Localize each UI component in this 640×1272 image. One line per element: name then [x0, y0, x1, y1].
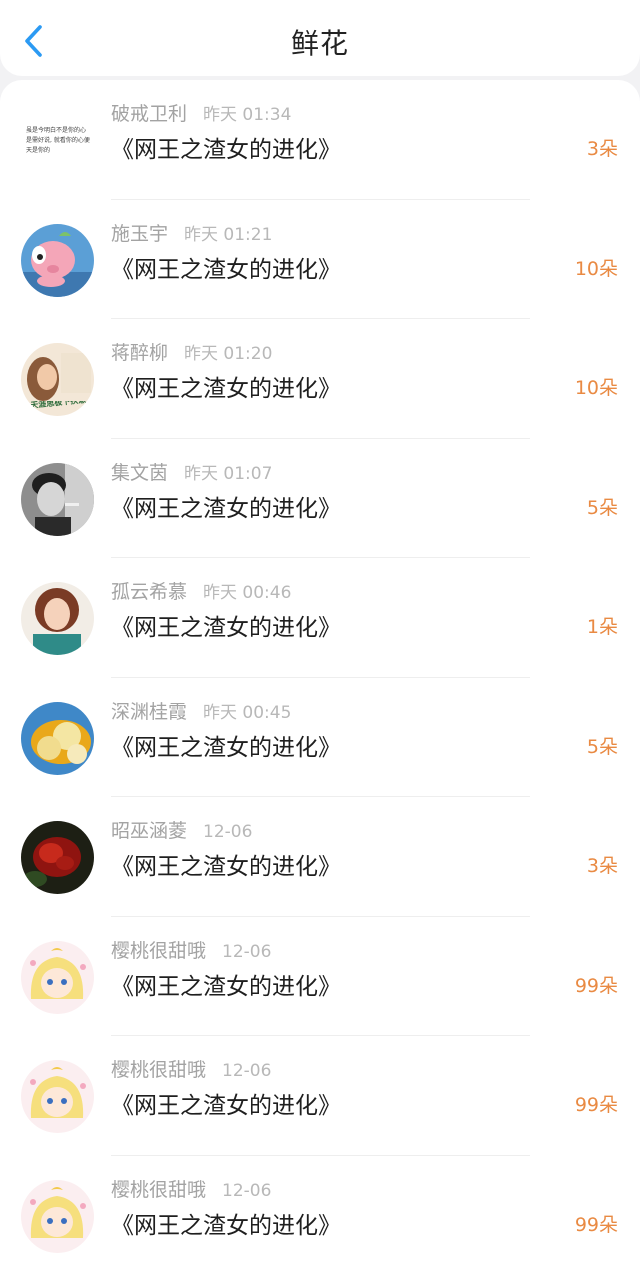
- avatar-caption: 天涯思极下扶意: [31, 401, 87, 411]
- book-title[interactable]: 《网王之渣女的进化》: [111, 728, 341, 762]
- flower-count: 5朵: [586, 496, 618, 519]
- record-time: 12-06: [222, 941, 272, 962]
- avatar[interactable]: [21, 701, 94, 775]
- record-time: 12-06: [222, 1061, 272, 1081]
- record-time: 12-06: [222, 1180, 272, 1201]
- fruit-avatar: [21, 701, 94, 775]
- record-meta: 深渊桂霞 昨天 00:45: [111, 697, 291, 724]
- pink-pig-avatar: [21, 223, 94, 297]
- flower-count: 10朵: [574, 377, 618, 399]
- record-meta: 孤云希慕 昨天 00:46: [111, 577, 291, 604]
- list-item[interactable]: 深渊桂霞 昨天 00:45 《网王之渣女的进化》 5朵: [0, 678, 640, 797]
- record-meta: 樱桃很甜哦 12-06: [111, 1175, 271, 1202]
- avatar[interactable]: [21, 582, 94, 655]
- record-time: 昨天 01:20: [184, 344, 273, 364]
- user-name[interactable]: 昭巫涵菱: [111, 820, 187, 842]
- man-bw-portrait-avatar: [21, 462, 94, 536]
- avatar[interactable]: 天涯思极下扶意: [21, 343, 94, 416]
- flower-count: 99朵: [574, 1213, 618, 1236]
- list-item[interactable]: 昭巫涵菱 12-06 《网王之渣女的进化》 3朵: [0, 797, 640, 917]
- sailor-moon-avatar: [21, 940, 94, 1014]
- avatar-caption: 虽是今明白不是你的心是需好说, 就看你的心便天是你的: [26, 127, 90, 154]
- record-meta: 樱桃很甜哦 12-06: [111, 936, 271, 963]
- book-title[interactable]: 《网王之渣女的进化》: [111, 608, 341, 642]
- book-title[interactable]: 《网王之渣女的进化》: [111, 369, 341, 403]
- flower-record-list: 虽是今明白不是你的心是需好说, 就看你的心便天是你的 破戒卫利 昨天 01:34 …: [0, 80, 640, 1272]
- page-title: 鲜花: [290, 27, 349, 60]
- book-title[interactable]: 《网王之渣女的进化》: [111, 1206, 341, 1240]
- sailor-moon-avatar: [21, 1060, 94, 1133]
- list-item[interactable]: 天涯思极下扶意 蒋醉柳 昨天 01:20 《网王之渣女的进化》 10朵: [0, 319, 640, 439]
- book-title[interactable]: 《网王之渣女的进化》: [111, 250, 341, 284]
- flower-count: 99朵: [574, 974, 618, 997]
- list-item[interactable]: 樱桃很甜哦 12-06 《网王之渣女的进化》 99朵: [0, 1156, 640, 1272]
- record-time: 昨天 00:45: [203, 702, 292, 723]
- book-title[interactable]: 《网王之渣女的进化》: [111, 1086, 341, 1120]
- book-title[interactable]: 《网王之渣女的进化》: [111, 967, 341, 1001]
- record-meta: 施玉宇 昨天 01:21: [111, 219, 272, 246]
- list-item[interactable]: 集文茵 昨天 01:07 《网王之渣女的进化》 5朵: [0, 439, 640, 558]
- avatar[interactable]: [21, 462, 94, 536]
- record-meta: 樱桃很甜哦 12-06: [111, 1055, 271, 1082]
- book-title[interactable]: 《网王之渣女的进化》: [111, 847, 341, 881]
- user-name[interactable]: 樱桃很甜哦: [111, 940, 206, 962]
- flower-count: 5朵: [586, 735, 618, 758]
- avatar[interactable]: [21, 940, 94, 1014]
- flower-count: 1朵: [586, 616, 618, 638]
- list-item[interactable]: 樱桃很甜哦 12-06 《网王之渣女的进化》 99朵: [0, 1036, 640, 1156]
- flower-count: 99朵: [574, 1094, 618, 1116]
- user-name[interactable]: 破戒卫利: [111, 103, 187, 125]
- user-name[interactable]: 樱桃很甜哦: [111, 1179, 206, 1201]
- list-item[interactable]: 孤云希慕 昨天 00:46 《网王之渣女的进化》 1朵: [0, 558, 640, 678]
- flower-count: 3朵: [586, 855, 618, 877]
- avatar[interactable]: [21, 821, 94, 894]
- record-time: 昨天 00:46: [203, 583, 292, 603]
- record-time: 昨天 01:21: [184, 224, 273, 245]
- record-meta: 集文茵 昨天 01:07: [111, 458, 272, 485]
- user-name[interactable]: 樱桃很甜哦: [111, 1059, 206, 1081]
- list-item[interactable]: 虽是今明白不是你的心是需好说, 就看你的心便天是你的 破戒卫利 昨天 01:34 …: [0, 80, 640, 200]
- avatar[interactable]: [21, 1060, 94, 1133]
- avatar[interactable]: [21, 1179, 94, 1253]
- user-name[interactable]: 深渊桂霞: [111, 701, 187, 723]
- record-meta: 蒋醉柳 昨天 01:20: [111, 338, 272, 365]
- user-name[interactable]: 孤云希慕: [111, 581, 187, 603]
- user-name[interactable]: 集文茵: [111, 462, 168, 484]
- book-title[interactable]: 《网王之渣女的进化》: [111, 130, 341, 164]
- book-title[interactable]: 《网王之渣女的进化》: [111, 489, 341, 523]
- sailor-moon-avatar: [21, 1179, 94, 1253]
- girl-portrait-avatar: 天涯思极下扶意: [21, 343, 94, 416]
- user-name[interactable]: 蒋醉柳: [111, 342, 168, 364]
- woman-portrait-avatar: [21, 582, 94, 655]
- record-time: 12-06: [203, 822, 253, 842]
- record-time: 昨天 01:34: [203, 105, 292, 125]
- avatar[interactable]: [21, 223, 94, 297]
- list-item[interactable]: 施玉宇 昨天 01:21 《网王之渣女的进化》 10朵: [0, 200, 640, 319]
- user-name[interactable]: 施玉宇: [111, 223, 168, 245]
- record-meta: 破戒卫利 昨天 01:34: [111, 99, 291, 126]
- list-item[interactable]: 樱桃很甜哦 12-06 《网王之渣女的进化》 99朵: [0, 917, 640, 1036]
- text-note-avatar: 虽是今明白不是你的心是需好说, 就看你的心便天是你的: [21, 104, 94, 177]
- flower-count: 3朵: [586, 138, 618, 160]
- top-nav-bar: 鲜花: [0, 0, 640, 76]
- red-rose-avatar: [21, 821, 94, 894]
- flower-count: 10朵: [574, 257, 618, 280]
- record-time: 昨天 01:07: [184, 463, 273, 484]
- avatar[interactable]: 虽是今明白不是你的心是需好说, 就看你的心便天是你的: [21, 104, 94, 177]
- record-meta: 昭巫涵菱 12-06: [111, 816, 252, 843]
